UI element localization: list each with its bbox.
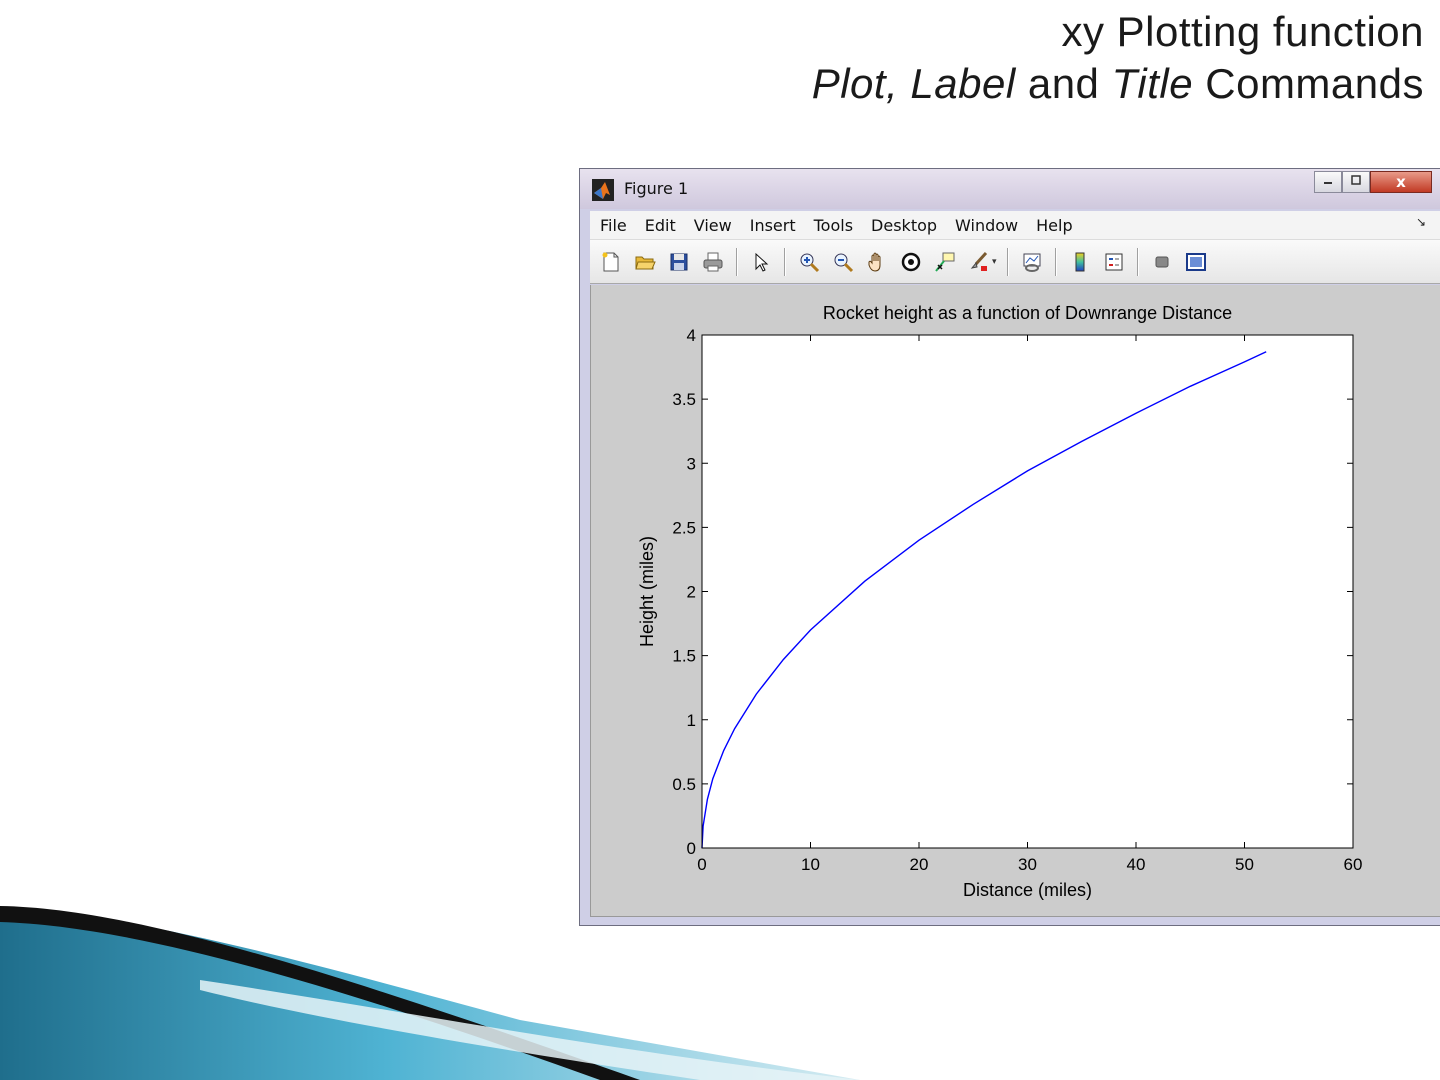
menu-bar: File Edit View Insert Tools Desktop Wind… xyxy=(590,211,1440,240)
menu-view[interactable]: View xyxy=(685,216,741,235)
insert-legend-button[interactable] xyxy=(1101,249,1127,275)
y-tick-label: 2 xyxy=(687,583,696,602)
x-tick-label: 30 xyxy=(1018,855,1037,874)
slide-swoosh-decoration xyxy=(0,906,860,1080)
save-button[interactable] xyxy=(666,249,692,275)
rotate-3d-icon xyxy=(901,252,921,271)
y-tick-label: 0.5 xyxy=(672,775,696,794)
slide-title: xy Plotting function Plot, Label and Tit… xyxy=(812,6,1424,110)
chart-title: Rocket height as a function of Downrange… xyxy=(823,303,1232,323)
print-button[interactable] xyxy=(700,249,726,275)
data-cursor-icon xyxy=(935,252,955,272)
menu-help[interactable]: Help xyxy=(1027,216,1081,235)
slide-title-and: and xyxy=(1027,60,1100,107)
menu-tools[interactable]: Tools xyxy=(805,216,862,235)
edit-plot-icon xyxy=(755,252,769,272)
menu-insert[interactable]: Insert xyxy=(741,216,805,235)
zoom-out-button[interactable] xyxy=(830,249,856,275)
pan-button[interactable] xyxy=(864,249,890,275)
save-icon xyxy=(670,253,688,270)
open-file-icon xyxy=(635,256,656,269)
toolbar-separator xyxy=(1006,247,1009,276)
figure-window[interactable]: Figure 1 x File Edit View Insert Tools D… xyxy=(579,168,1440,926)
insert-legend-icon xyxy=(1105,253,1123,270)
y-tick-label: 3 xyxy=(687,454,696,473)
brush-icon xyxy=(970,251,988,271)
x-axis-label: Distance (miles) xyxy=(963,880,1092,900)
window-title: Figure 1 xyxy=(624,179,689,198)
window-controls: x xyxy=(1314,171,1432,193)
toolbar-separator xyxy=(736,247,738,276)
x-tick-label: 20 xyxy=(910,855,929,874)
hide-plot-tools-icon xyxy=(1155,256,1169,267)
zoom-in-button[interactable] xyxy=(796,249,822,275)
new-figure-icon xyxy=(602,252,619,271)
minimize-button[interactable] xyxy=(1314,171,1342,193)
toolbar-separator xyxy=(1054,247,1057,276)
pan-icon xyxy=(868,252,881,272)
x-tick-label: 60 xyxy=(1344,855,1363,874)
insert-colorbar-button[interactable] xyxy=(1067,249,1093,275)
slide-title-line2: Plot, Label and Title Commands xyxy=(812,58,1424,110)
toolbar-separator xyxy=(784,247,786,276)
dock-figure-icon[interactable]: ↘ xyxy=(1416,215,1426,229)
data-cursor-button[interactable] xyxy=(932,249,958,275)
y-tick-label: 3.5 xyxy=(672,390,696,409)
y-axis-label: Height (miles) xyxy=(637,536,657,647)
close-button[interactable]: x xyxy=(1370,171,1432,193)
plot-area xyxy=(702,335,1353,848)
close-icon: x xyxy=(1396,173,1406,191)
brush-dropdown-icon[interactable]: ▾ xyxy=(992,257,997,267)
link-plot-button[interactable] xyxy=(1019,249,1045,275)
show-plot-tools-button[interactable] xyxy=(1183,249,1209,275)
menu-edit[interactable]: Edit xyxy=(636,216,685,235)
slide-title-plot: Plot, Label xyxy=(811,60,1016,107)
menu-window[interactable]: Window xyxy=(946,216,1027,235)
figure-canvas[interactable]: Rocket height as a function of Downrange… xyxy=(590,285,1440,917)
maximize-button[interactable] xyxy=(1342,171,1370,193)
edit-plot-button[interactable] xyxy=(748,249,774,275)
open-file-button[interactable] xyxy=(632,249,658,275)
y-tick-label: 1.5 xyxy=(672,647,696,666)
x-tick-label: 40 xyxy=(1127,855,1146,874)
maximize-icon xyxy=(1351,175,1361,185)
link-plot-icon xyxy=(1023,253,1041,272)
brush-button[interactable] xyxy=(966,249,992,275)
window-titlebar[interactable]: Figure 1 x xyxy=(580,169,1440,209)
plot-chart[interactable]: Rocket height as a function of Downrange… xyxy=(591,285,1440,919)
slide-title-line1: xy Plotting function xyxy=(1061,8,1424,55)
menu-desktop[interactable]: Desktop xyxy=(862,216,946,235)
y-tick-label: 4 xyxy=(687,326,696,345)
y-tick-label: 1 xyxy=(687,711,696,730)
x-tick-label: 50 xyxy=(1235,855,1254,874)
minimize-icon xyxy=(1324,182,1332,184)
print-icon xyxy=(703,252,723,271)
slide-title-commands: Commands xyxy=(1205,60,1424,107)
zoom-in-icon xyxy=(800,253,820,272)
rotate-3d-button[interactable] xyxy=(898,249,924,275)
x-tick-label: 0 xyxy=(697,855,706,874)
slide-title-title: Title xyxy=(1111,60,1194,107)
x-tick-label: 10 xyxy=(801,855,820,874)
toolbar-separator xyxy=(1136,247,1139,276)
zoom-out-icon xyxy=(834,253,854,272)
new-figure-button[interactable] xyxy=(598,249,624,275)
figure-toolbar: ▾ xyxy=(590,240,1440,284)
matlab-logo-icon xyxy=(592,179,614,201)
insert-colorbar-icon xyxy=(1075,252,1085,271)
menu-file[interactable]: File xyxy=(590,216,636,235)
y-tick-label: 2.5 xyxy=(672,518,696,537)
y-tick-label: 0 xyxy=(687,839,696,858)
show-plot-tools-icon xyxy=(1185,252,1206,271)
hide-plot-tools-button[interactable] xyxy=(1149,249,1175,275)
